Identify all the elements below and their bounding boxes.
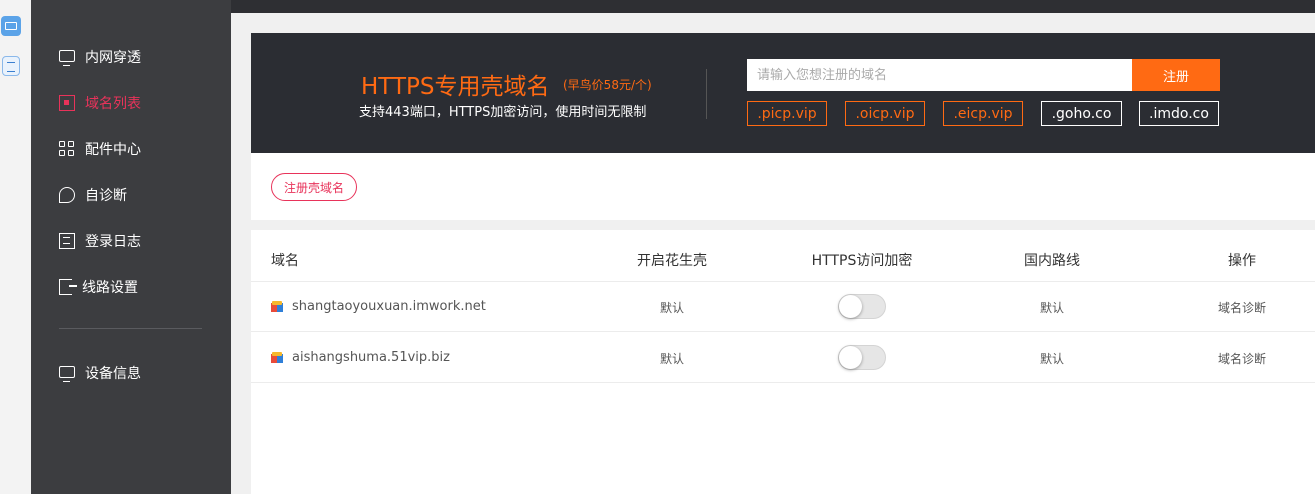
banner-subtitle: 支持443端口，HTTPS加密访问，使用时间无限制 — [359, 105, 647, 120]
exit-icon — [59, 279, 77, 295]
suffix-goho-co[interactable]: .goho.co — [1041, 101, 1122, 126]
list-icon — [59, 95, 75, 111]
sidebar-item-label: 域名列表 — [85, 96, 141, 112]
domain-search-input[interactable] — [747, 59, 1132, 91]
toggle-knob — [839, 295, 862, 318]
domain-diagnose-link[interactable]: 域名诊断 — [1218, 350, 1266, 367]
sidebar-item-label: 线路设置 — [82, 280, 138, 296]
domain-name: aishangshuma.51vip.biz — [292, 350, 450, 365]
sidebar-item-label: 设备信息 — [85, 366, 141, 382]
monitor-icon — [59, 366, 75, 382]
domain-table: 域名 开启花生壳 HTTPS访问加密 国内路线 操作 shangtaoyouxu… — [251, 230, 1315, 494]
column-header-shell: 开启花生壳 — [637, 253, 707, 269]
sidebar-item-accessories[interactable]: 配件中心 — [59, 137, 141, 161]
sidebar-item-self-diagnose[interactable]: 自诊断 — [59, 183, 127, 207]
domain-cell: shangtaoyouxuan.imwork.net — [271, 299, 486, 314]
sidebar: 内网穿透 域名列表 配件中心 自诊断 登录日志 线路设置 设备信息 — [31, 0, 231, 494]
sidebar-item-label: 自诊断 — [85, 188, 127, 204]
domain-diagnose-link[interactable]: 域名诊断 — [1218, 299, 1266, 316]
https-toggle[interactable] — [838, 294, 886, 319]
domain-name: shangtaoyouxuan.imwork.net — [292, 299, 486, 314]
column-header-action: 操作 — [1228, 253, 1256, 269]
shell-cell: 默认 — [659, 301, 685, 315]
column-header-https: HTTPS访问加密 — [811, 253, 913, 269]
sidebar-item-label: 登录日志 — [85, 234, 141, 250]
table-header: 域名 开启花生壳 HTTPS访问加密 国内路线 操作 — [251, 230, 1315, 282]
grid-icon — [59, 141, 75, 157]
column-header-domain: 域名 — [271, 253, 299, 269]
sidebar-item-intranet[interactable]: 内网穿透 — [59, 45, 141, 69]
register-section: 注册壳域名 — [251, 153, 1315, 220]
column-header-route: 国内路线 — [1024, 253, 1080, 269]
banner-title: HTTPS专用壳域名 — [361, 74, 550, 100]
mail-icon[interactable] — [1, 16, 21, 36]
table-row: shangtaoyouxuan.imwork.net 默认 默认 域名诊断 — [251, 281, 1315, 332]
sidebar-item-label: 内网穿透 — [85, 50, 141, 66]
cube-icon — [271, 300, 283, 313]
app-dock — [0, 0, 32, 494]
suffix-imdo-co[interactable]: .imdo.co — [1139, 101, 1219, 126]
sidebar-divider — [59, 328, 202, 329]
toggle-knob — [839, 346, 862, 369]
document-icon[interactable] — [2, 56, 20, 76]
sidebar-item-label: 配件中心 — [85, 142, 141, 158]
log-icon — [59, 233, 75, 249]
banner-price: (早鸟价58元/个) — [563, 78, 652, 92]
shell-cell: 默认 — [659, 352, 685, 366]
suffix-oicp-vip[interactable]: .oicp.vip — [845, 101, 925, 126]
cube-icon — [271, 351, 283, 364]
domain-cell: aishangshuma.51vip.biz — [271, 350, 450, 365]
banner-divider — [706, 69, 707, 119]
sidebar-item-domain-list[interactable]: 域名列表 — [59, 91, 141, 115]
register-button[interactable]: 注册 — [1132, 59, 1220, 91]
sidebar-item-login-log[interactable]: 登录日志 — [59, 229, 141, 253]
monitor-icon — [59, 50, 75, 66]
route-cell: 默认 — [1039, 301, 1065, 315]
sidebar-item-device-info[interactable]: 设备信息 — [59, 361, 141, 385]
route-cell: 默认 — [1039, 352, 1065, 366]
suffix-picp-vip[interactable]: .picp.vip — [747, 101, 827, 126]
diagnose-icon — [59, 187, 75, 203]
sidebar-item-route-settings[interactable]: 线路设置 — [59, 275, 138, 299]
register-shell-domain-button[interactable]: 注册壳域名 — [271, 173, 357, 201]
promo-banner: HTTPS专用壳域名 (早鸟价58元/个) 支持443端口，HTTPS加密访问，… — [251, 33, 1315, 153]
https-toggle[interactable] — [838, 345, 886, 370]
suffix-eicp-vip[interactable]: .eicp.vip — [943, 101, 1023, 126]
table-row: aishangshuma.51vip.biz 默认 默认 域名诊断 — [251, 332, 1315, 383]
